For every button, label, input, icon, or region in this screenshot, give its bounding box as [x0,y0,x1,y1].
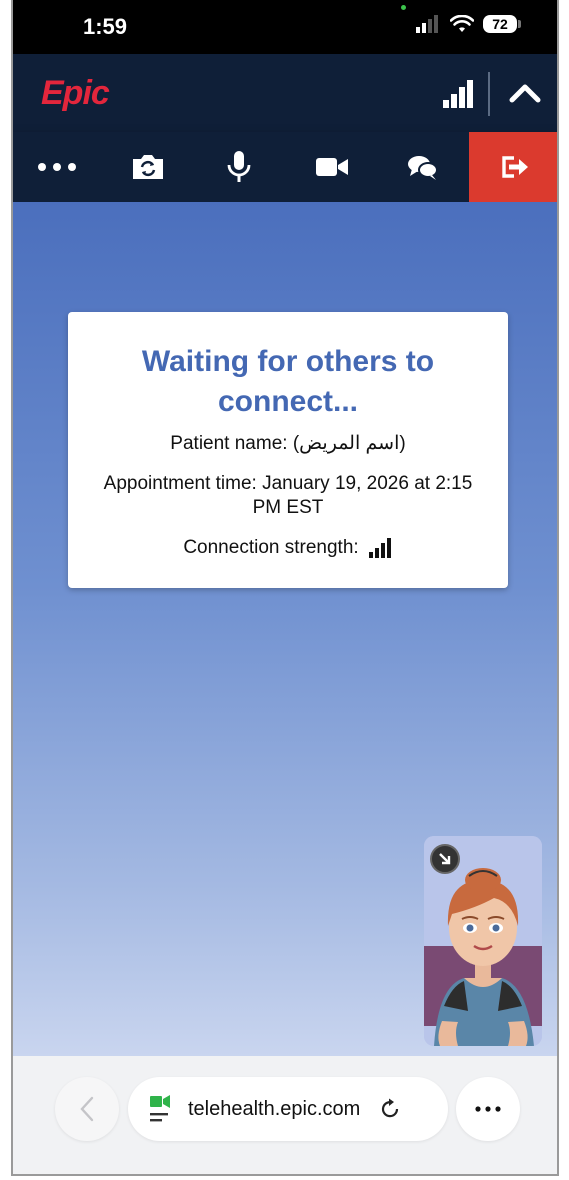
arrow-down-right-icon [439,853,451,865]
camera-switch-icon [133,155,163,179]
minimize-self-view-button[interactable] [430,844,460,874]
battery-icon [518,20,521,28]
phone-frame: 1:59 72 Epic Waiting for others to conne… [11,0,559,1176]
epic-logo: Epic [41,74,110,112]
address-bar[interactable]: telehealth.epic.com [128,1077,448,1141]
call-toolbar [13,132,557,202]
exit-icon [502,156,528,178]
waiting-title: Waiting for others to connect... [141,345,435,418]
meet-video-icon [150,1095,170,1122]
chat-bubbles-icon [408,156,438,180]
leave-call-button[interactable] [469,132,557,202]
chat-button[interactable] [393,132,453,202]
wifi-icon [450,15,474,32]
header-divider [488,72,490,116]
more-options-button[interactable] [27,132,87,202]
microphone-button[interactable] [209,132,269,202]
video-camera-icon [316,158,348,176]
chevron-left-icon [80,1096,94,1122]
chevron-up-icon[interactable] [508,78,542,108]
microphone-icon [227,151,251,182]
browser-toolbar: telehealth.epic.com [13,1056,557,1174]
back-button[interactable] [55,1077,119,1141]
camera-in-use-indicator [401,5,406,10]
video-stage: Waiting for others to connect... Patient… [13,202,557,1056]
signal-bars-icon [368,538,391,558]
video-button[interactable] [302,132,362,202]
status-icons: 72 [415,15,521,33]
reload-icon[interactable] [378,1097,402,1121]
waiting-card: Waiting for others to connect... Patient… [68,312,508,588]
self-view-video[interactable] [424,836,542,1046]
ellipsis-icon [38,163,76,171]
cellular-signal-icon [416,15,438,33]
switch-camera-button[interactable] [118,132,178,202]
status-bar: 1:59 72 [13,0,557,54]
appointment-time-line: Appointment time: January 19, 2026 at 2:… [103,473,473,518]
patient-name-line: Patient name: (اسم المريض) [170,433,406,454]
connection-signal-icon[interactable] [443,80,475,108]
ellipsis-icon [475,1106,501,1112]
battery-level: 72 [483,15,517,33]
url-text: telehealth.epic.com [188,1097,361,1120]
connection-strength: Connection strength: [68,536,508,560]
more-menu-button[interactable] [456,1077,520,1141]
connection-strength-label: Connection strength: [183,537,359,558]
status-time: 1:59 [83,14,128,39]
app-header: Epic [13,54,557,132]
